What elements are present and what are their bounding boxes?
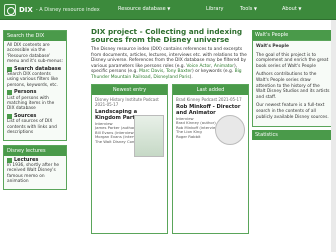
- app-name: DIX: [19, 6, 33, 14]
- card-source: Brad Kinney Podcast 2021-05-17: [176, 96, 242, 102]
- marc-davis-link[interactable]: Marc Davis: [139, 69, 163, 74]
- walts-people-text-1: The goal of this project is to complemen…: [256, 52, 329, 69]
- chevron-down-icon: ▼: [298, 6, 302, 11]
- card-source: Disney History Institute Podcast 2021-05…: [95, 96, 159, 107]
- chevron-down-icon: ▼: [167, 6, 171, 11]
- right-sidebar: Walt's People Walt's People The goal of …: [252, 30, 334, 141]
- search-intro: All DIX contents are accessible via the …: [7, 43, 63, 65]
- walts-people-panel-title: Walt's People: [252, 30, 334, 40]
- walts-people-text-2: Authors contributions to the Walt's Peop…: [256, 72, 330, 100]
- podcast-logo-thumbnail: [215, 114, 245, 145]
- lectures-panel: Disney lectures Lectures In 1936, shortl…: [3, 144, 67, 190]
- book-cover-thumbnail: [134, 114, 164, 157]
- persons-desc: List of persons with matching items in t…: [7, 95, 55, 112]
- nav-resource-database[interactable]: Resource database ▼: [118, 6, 170, 12]
- search-panel: Search the DIX All DIX contents are acce…: [3, 30, 67, 141]
- top-navbar: DIX - A Disney resource index Resource d…: [0, 0, 336, 20]
- search-database-desc: Search DIX contents using various filter…: [7, 72, 59, 88]
- lecture-icon: [7, 157, 12, 163]
- sources-desc: List of sources of DIX contents with lin…: [7, 119, 57, 136]
- app-subtitle: - A Disney resource index: [35, 7, 100, 13]
- left-sidebar: Search the DIX All DIX contents are acce…: [3, 30, 67, 194]
- nav-tools[interactable]: Tools ▼: [240, 6, 257, 12]
- intro-text: The Disney resource index (DIX) contains…: [91, 47, 247, 80]
- card-entry-title[interactable]: Rob Minkoff - Director and Animator: [173, 104, 248, 116]
- card-title: Newest entry: [92, 84, 167, 95]
- nav-library[interactable]: Library: [206, 6, 223, 12]
- search-panel-title: Search the DIX: [4, 31, 66, 41]
- dix-logo-icon: [4, 4, 16, 16]
- tony-baxter-link[interactable]: Tony Baxter: [166, 69, 192, 74]
- person-icon: [7, 90, 12, 96]
- disneyland-paris-link[interactable]: Disneyland Paris: [153, 75, 189, 80]
- newest-entry-card[interactable]: Newest entry Disney History Institute Po…: [91, 83, 168, 234]
- nav-about[interactable]: About ▼: [282, 6, 301, 12]
- walts-people-text-3: Our newest feature is a full-text search…: [256, 103, 329, 120]
- statistics-panel-title: Statistics: [252, 130, 334, 141]
- scrollbar[interactable]: [331, 20, 336, 252]
- walts-people-link[interactable]: Walt's People: [256, 44, 289, 49]
- main-content: DIX project - Collecting and indexing so…: [91, 28, 249, 234]
- card-title: Last added: [173, 84, 248, 95]
- walts-people-panel: Walt's People The goal of this project i…: [252, 40, 334, 128]
- lectures-desc: In 1936, shortly after he received Walt …: [7, 162, 60, 185]
- last-added-card[interactable]: Last added Brad Kinney Podcast 2021-05-1…: [172, 83, 249, 234]
- chevron-down-icon: ▼: [253, 6, 257, 11]
- lectures-panel-title: Disney lectures: [4, 145, 66, 156]
- page-title: DIX project - Collecting and indexing so…: [91, 27, 243, 44]
- brand[interactable]: DIX - A Disney resource index: [4, 3, 100, 17]
